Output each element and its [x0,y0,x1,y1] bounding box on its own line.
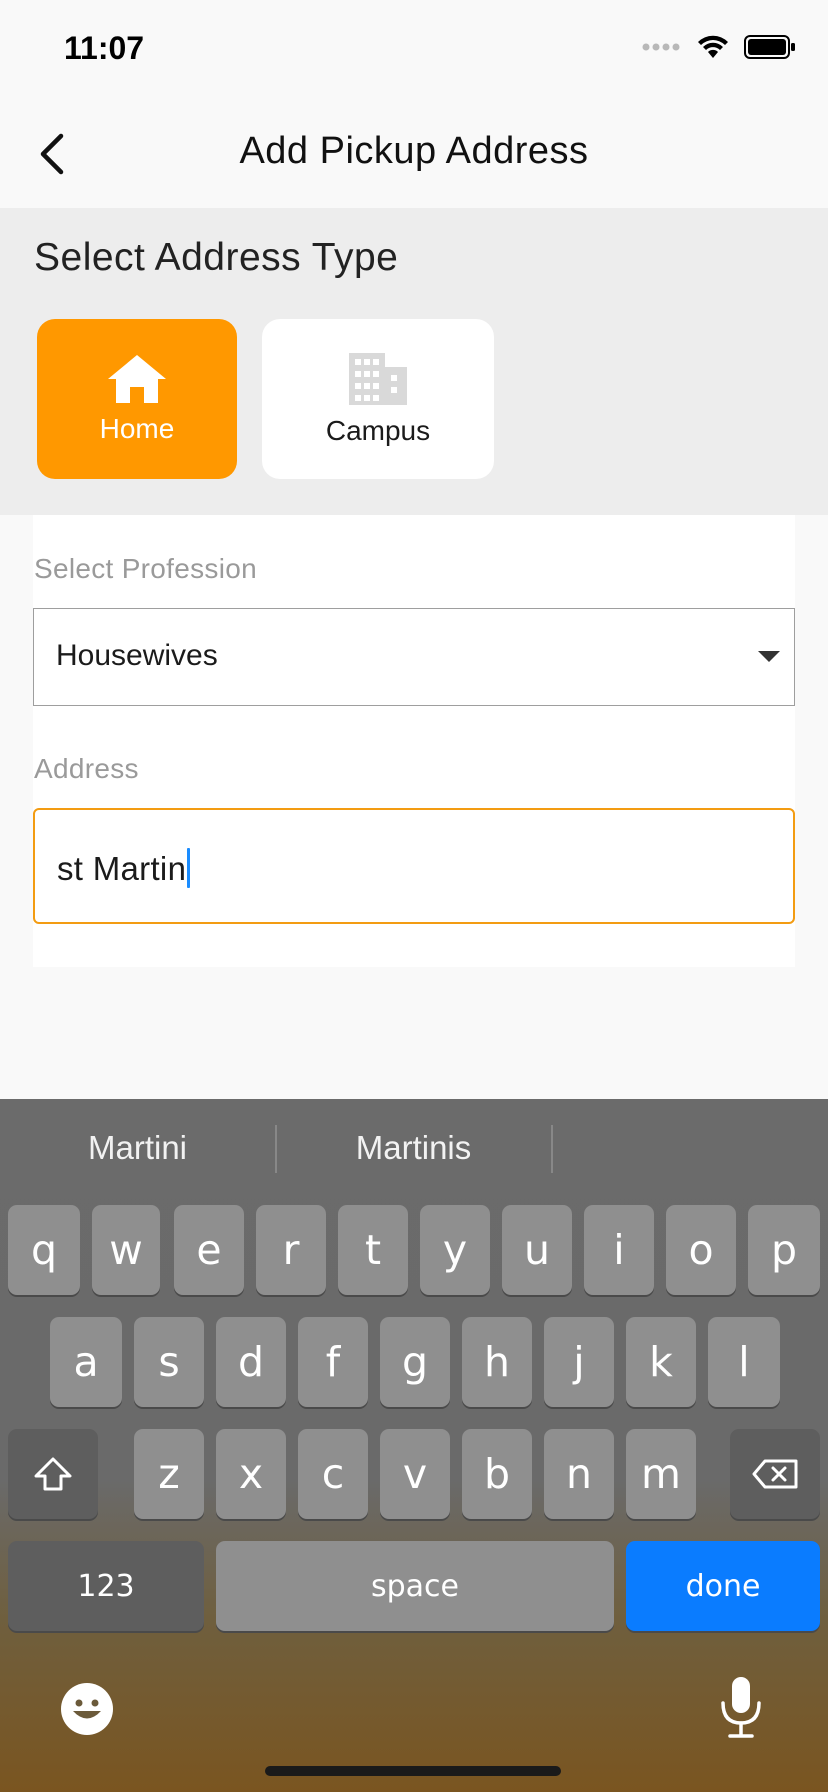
shift-icon [34,1457,72,1491]
page-title: Add Pickup Address [239,130,589,172]
address-type-home-button[interactable]: Home [37,319,237,479]
key-m[interactable]: m [626,1429,696,1519]
suggestion-bar: Martini Martinis [0,1099,828,1199]
key-e[interactable]: e [174,1205,244,1295]
key-l[interactable]: l [708,1317,780,1407]
key-z[interactable]: z [134,1429,204,1519]
address-type-section: Select Address Type Home Campus [0,208,828,515]
address-input[interactable]: st Martin [33,808,795,924]
address-input-text: st Martin [57,848,191,888]
key-o[interactable]: o [666,1205,736,1295]
address-type-home-label: Home [99,413,175,444]
profession-label: Select Profession [34,553,257,584]
profession-value: Housewives [56,639,218,672]
key-p[interactable]: p [748,1205,820,1295]
key-a[interactable]: a [50,1317,122,1407]
address-type-campus-label: Campus [325,415,431,446]
status-time: 11:07 [64,30,145,66]
done-key[interactable]: done [626,1541,820,1631]
battery-icon [744,35,795,59]
nav-bar: Add Pickup Address [0,100,828,208]
numbers-key[interactable]: 123 [8,1541,204,1631]
status-icons [642,34,796,60]
caret-down-icon [758,651,780,662]
key-g[interactable]: g [380,1317,450,1407]
key-s[interactable]: s [134,1317,204,1407]
address-form: Select Profession Housewives Address st … [33,515,795,967]
building-icon [349,353,407,405]
keyboard: Martini Martinis q w e r t y u i o p a s… [0,1099,828,1792]
key-t[interactable]: t [338,1205,408,1295]
signal-icon [642,43,680,51]
key-u[interactable]: u [502,1205,572,1295]
key-b[interactable]: b [462,1429,532,1519]
wifi-icon [698,35,728,58]
address-type-heading: Select Address Type [34,236,399,279]
suggestion-item[interactable]: Martinis [276,1129,551,1167]
key-i[interactable]: i [584,1205,654,1295]
profession-select[interactable]: Housewives [33,608,795,706]
key-r[interactable]: r [256,1205,326,1295]
shift-key[interactable] [8,1429,98,1519]
key-h[interactable]: h [462,1317,532,1407]
key-j[interactable]: j [544,1317,614,1407]
home-indicator [265,1766,561,1776]
space-key[interactable]: space [216,1541,614,1631]
address-label: Address [34,753,139,784]
suggestion-item[interactable]: Martini [0,1129,275,1167]
backspace-icon [752,1459,798,1489]
status-bar: 11:07 [0,0,828,100]
key-q[interactable]: q [8,1205,80,1295]
key-v[interactable]: v [380,1429,450,1519]
address-type-campus-button[interactable]: Campus [262,319,494,479]
text-cursor [187,848,191,888]
suggestion-divider [551,1125,553,1173]
key-k[interactable]: k [626,1317,696,1407]
key-n[interactable]: n [544,1429,614,1519]
key-f[interactable]: f [298,1317,368,1407]
delete-key[interactable] [730,1429,820,1519]
key-c[interactable]: c [298,1429,368,1519]
emoji-icon [61,1683,113,1735]
emoji-button[interactable] [60,1682,114,1741]
address-value: st Martin [57,850,187,887]
key-w[interactable]: w [92,1205,160,1295]
home-icon [108,355,166,403]
key-y[interactable]: y [420,1205,490,1295]
microphone-icon [721,1677,761,1738]
microphone-button[interactable] [718,1675,764,1744]
key-x[interactable]: x [216,1429,286,1519]
key-d[interactable]: d [216,1317,286,1407]
